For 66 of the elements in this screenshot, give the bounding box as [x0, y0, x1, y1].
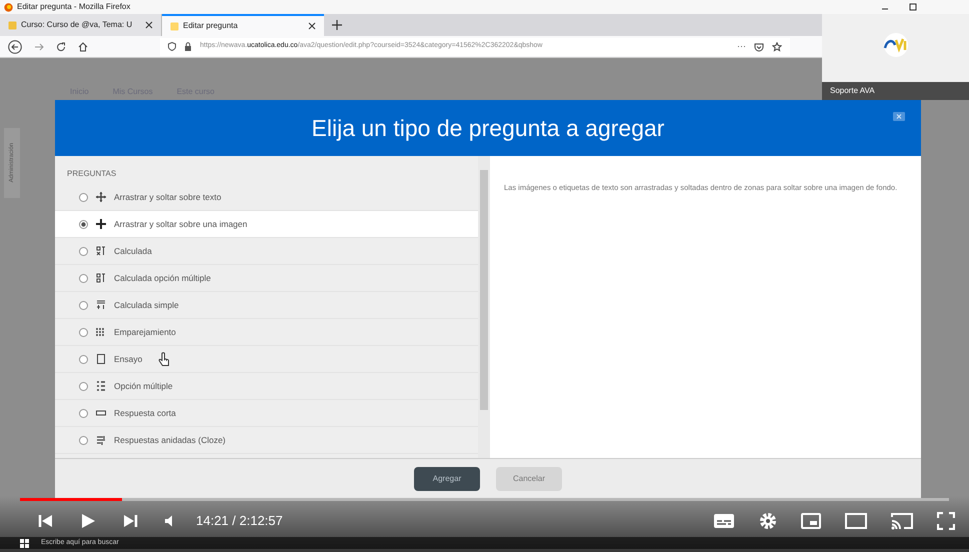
lock-icon	[184, 42, 192, 51]
question-type-option[interactable]: Emparejamiento	[55, 319, 478, 346]
question-type-icon	[96, 354, 106, 364]
add-button[interactable]: Agregar	[414, 466, 480, 490]
subtitles-icon[interactable]	[713, 513, 735, 529]
new-tab-icon[interactable]	[332, 20, 342, 30]
radio-button[interactable]	[79, 246, 88, 256]
radio-button[interactable]	[79, 300, 88, 310]
more-actions-button[interactable]: ···	[737, 40, 746, 54]
question-type-icon	[96, 246, 106, 256]
fullscreen-icon[interactable]	[937, 512, 955, 530]
question-type-option[interactable]: Calculada	[55, 238, 478, 265]
question-type-icon	[96, 381, 106, 391]
question-type-icon	[96, 192, 106, 202]
close-icon[interactable]	[308, 22, 316, 30]
question-type-option[interactable]: Ensayo	[55, 346, 478, 373]
question-type-icon	[96, 300, 106, 310]
cast-icon[interactable]	[891, 512, 913, 530]
question-type-icon	[96, 327, 106, 337]
popup-label: Soporte AVA	[822, 82, 969, 100]
question-type-option[interactable]: Arrastrar y soltar sobre una imagen	[55, 211, 478, 238]
question-type-option[interactable]: Calculada opción múltiple	[55, 265, 478, 292]
radio-button[interactable]	[79, 220, 88, 228]
radio-button[interactable]	[79, 328, 88, 336]
time-display: 14:21 / 2:12:57	[196, 512, 283, 530]
radio-button[interactable]	[79, 436, 88, 444]
shield-icon	[168, 42, 176, 51]
home-icon[interactable]	[78, 42, 88, 52]
close-icon[interactable]	[145, 21, 153, 29]
question-type-icon	[96, 273, 106, 283]
hand-cursor-icon	[158, 352, 170, 366]
theater-mode-icon[interactable]	[845, 513, 867, 529]
next-icon[interactable]	[122, 513, 138, 529]
forward-icon[interactable]	[34, 42, 44, 52]
section-heading: PREGUNTAS	[66, 168, 118, 180]
firefox-icon	[4, 2, 13, 12]
radio-button[interactable]	[79, 382, 88, 390]
miniplayer-icon[interactable]	[801, 513, 821, 529]
question-type-option[interactable]: Opción múltiple	[55, 373, 478, 400]
window-title: Editar pregunta - Mozilla Firefox	[17, 1, 130, 13]
maximize-icon[interactable]	[909, 3, 917, 11]
radio-button[interactable]	[79, 274, 88, 282]
question-type-option[interactable]: Calculada simple	[55, 292, 478, 319]
page-icon	[170, 22, 179, 30]
page-icon	[8, 20, 17, 30]
question-type-option[interactable]: Respuesta corta	[55, 400, 478, 427]
browser-tab[interactable]: Editar pregunta	[162, 14, 324, 36]
back-icon[interactable]	[8, 40, 22, 54]
question-type-icon	[96, 408, 106, 418]
star-icon[interactable]	[772, 42, 782, 52]
pocket-icon[interactable]	[754, 42, 764, 52]
previous-icon[interactable]	[38, 513, 54, 529]
reload-icon[interactable]	[56, 42, 66, 52]
radio-button[interactable]	[79, 192, 88, 202]
dialog-title: Elija un tipo de pregunta a agregar	[312, 114, 664, 143]
settings-icon[interactable]	[759, 512, 777, 530]
windows-icon[interactable]	[20, 538, 29, 548]
radio-button[interactable]	[79, 408, 88, 418]
browser-tab[interactable]: Curso: Curso de @va, Tema: U	[0, 14, 162, 36]
play-icon[interactable]	[80, 513, 96, 529]
question-type-icon	[96, 219, 106, 229]
question-type-icon	[96, 435, 106, 445]
question-type-option[interactable]: Respuestas anidadas (Cloze)	[55, 427, 478, 454]
tab-label: Curso: Curso de @va, Tema: U	[21, 19, 132, 31]
tab-label: Editar pregunta	[183, 20, 238, 32]
radio-button[interactable]	[79, 354, 88, 364]
